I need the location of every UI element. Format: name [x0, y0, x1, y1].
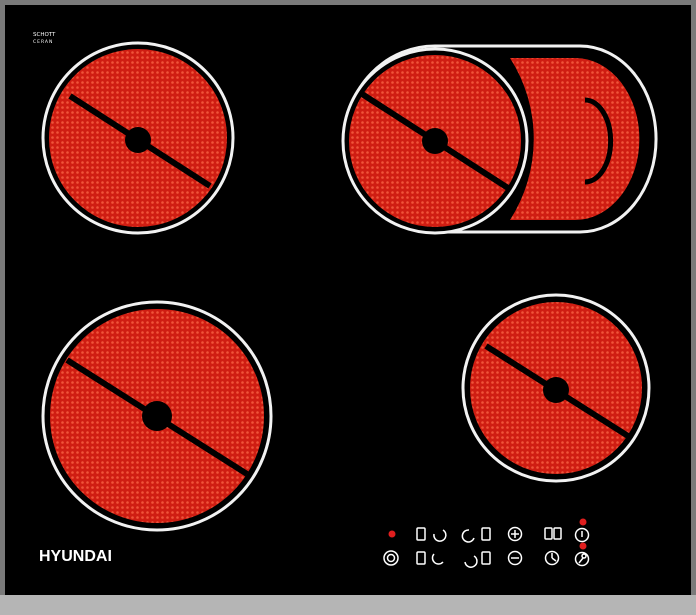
on-off-indicator — [579, 518, 587, 526]
lock-indicator — [579, 542, 587, 550]
brand-logo: HYUNDAI — [39, 548, 112, 565]
power-indicator — [388, 530, 396, 538]
cooking-zone-top-right[interactable] — [341, 44, 658, 235]
cooktop: SCHOTT CERAN HYUNDAI — [0, 0, 696, 615]
cooktop-bottom-edge — [0, 595, 696, 615]
cooking-zone-bottom-left[interactable] — [41, 300, 273, 532]
schott-logo-line1: SCHOTT — [33, 32, 56, 38]
cooking-zone-bottom-right[interactable] — [461, 293, 651, 483]
schott-logo-line2: CERAN — [33, 39, 53, 45]
cooking-zone-top-left[interactable] — [41, 41, 235, 235]
